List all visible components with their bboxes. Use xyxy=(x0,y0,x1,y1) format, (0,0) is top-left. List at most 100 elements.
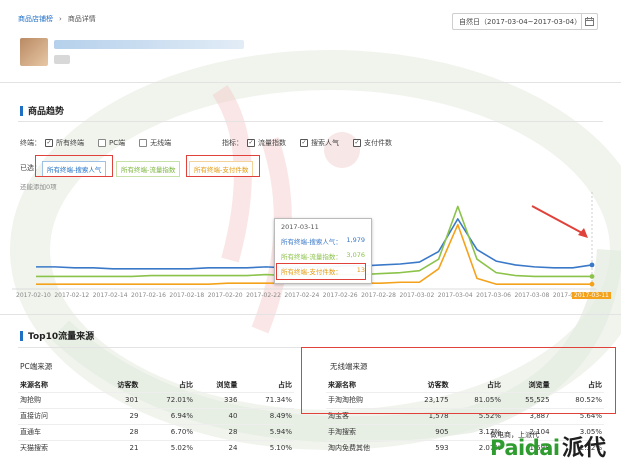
breadcrumb: 商品店铺榜 › 商品详情 xyxy=(18,14,96,24)
x-tick-label: 2017-03-11 xyxy=(572,292,611,299)
source-name-cell[interactable]: 直通车 xyxy=(18,423,96,440)
metric-option-label: 流量指数 xyxy=(258,139,286,147)
table-cell: 71.34% xyxy=(239,391,294,408)
series-point-1[interactable] xyxy=(589,274,595,279)
table-cell: 5.02% xyxy=(140,439,195,456)
metric-option-search-popularity[interactable]: ✓ 搜索人气 xyxy=(300,138,339,148)
metric-filter: 指标： ✓ 流量指数 ✓ 搜索人气 ✓ 支付件数 xyxy=(222,138,402,148)
watermark-slogan: 做电商，上派代 xyxy=(490,431,539,439)
checkbox-checked-icon[interactable]: ✓ xyxy=(247,139,255,147)
table-cell: 24 xyxy=(194,439,240,456)
breadcrumb-current: 商品详情 xyxy=(67,15,96,23)
table-cell: 336 xyxy=(194,391,240,408)
checkbox-unchecked-icon[interactable] xyxy=(139,139,148,147)
divider xyxy=(0,314,621,315)
annotation-red-box xyxy=(35,155,113,177)
source-name-cell[interactable]: 淘内免费其他 xyxy=(326,439,402,456)
pc-source-title: PC端来源 xyxy=(20,362,53,371)
table-header: 占比 xyxy=(178,380,193,389)
checkbox-checked-icon[interactable]: ✓ xyxy=(45,139,53,147)
calendar-icon[interactable] xyxy=(581,14,597,29)
tooltip-value: 1,979 xyxy=(346,236,365,244)
annotation-red-box xyxy=(186,155,260,177)
x-tick-label: 2017-03-02 xyxy=(399,292,435,299)
x-tick-label: 2017-02-12 xyxy=(54,292,90,299)
metric-option-traffic-index[interactable]: ✓ 流量指数 xyxy=(247,138,286,148)
table-cell: 6.94% xyxy=(140,407,195,424)
table-cell: 21 xyxy=(96,439,141,456)
table-cell: 593 xyxy=(402,439,451,456)
trend-section-title: 商品趋势 xyxy=(20,104,64,117)
terminal-filter-label: 终端： xyxy=(20,139,41,147)
x-tick-label: 2017-03-04 xyxy=(437,292,473,299)
series-point-0[interactable] xyxy=(589,262,595,268)
metric-filter-label: 指标： xyxy=(222,139,243,147)
divider xyxy=(0,82,621,83)
table-cell: 5.10% xyxy=(239,439,294,456)
terminal-option-label: 无线端 xyxy=(150,139,172,147)
table-row: 天猫搜索 21 5.02% 24 5.10% xyxy=(18,439,294,456)
checkbox-checked-icon[interactable]: ✓ xyxy=(300,139,308,147)
x-tick-label: 2017-02-14 xyxy=(92,292,128,299)
table-cell: 28 xyxy=(96,423,141,440)
table-cell: 28 xyxy=(194,423,240,440)
x-tick-label: 2017-02-28 xyxy=(361,292,396,299)
annotation-arrow-icon xyxy=(531,205,588,238)
table-cell: 29 xyxy=(96,407,141,424)
table-row: 直接访问 29 6.94% 40 8.49% xyxy=(18,407,294,424)
source-name-cell[interactable]: 天猫搜索 xyxy=(18,439,96,456)
table-row: 直通车 28 6.70% 28 5.94% xyxy=(18,423,294,440)
x-tick-label: 2017-02-26 xyxy=(322,292,358,299)
section-accent-bar xyxy=(20,330,23,341)
divider xyxy=(18,121,603,122)
tooltip-label: 所有终端-搜索人气： xyxy=(281,238,342,246)
tooltip-row-traffic: 所有终端-流量指数： 3,076 xyxy=(281,251,365,261)
table-cell: 40 xyxy=(194,407,240,424)
x-tick-label: 2017-02-20 xyxy=(207,292,243,299)
product-meta-redacted xyxy=(54,55,70,64)
source-name-cell[interactable]: 直接访问 xyxy=(18,407,96,424)
date-range-label: 自然日（2017-03-04~2017-03-04） xyxy=(459,17,582,26)
table-cell: 5.94% xyxy=(239,423,294,440)
tooltip-date: 2017-03-11 xyxy=(281,223,319,231)
checkbox-unchecked-icon[interactable] xyxy=(98,139,106,147)
source-name-cell[interactable]: 手淘搜索 xyxy=(326,423,402,440)
x-tick-label: 2017-02-18 xyxy=(169,292,205,299)
terminal-option-pc[interactable]: PC端 xyxy=(98,138,125,148)
series-point-2[interactable] xyxy=(589,281,595,287)
metric-option-payment-count[interactable]: ✓ 支付件数 xyxy=(353,138,392,148)
product-thumbnail[interactable] xyxy=(20,38,48,66)
x-tick-label: 2017-02-16 xyxy=(131,292,166,299)
tooltip-row-search: 所有终端-搜索人气： 1,979 xyxy=(281,236,365,246)
breadcrumb-root-link[interactable]: 商品店铺榜 xyxy=(18,14,53,24)
source-name-cell[interactable]: 淘抢购 xyxy=(18,391,96,408)
annotation-red-box xyxy=(276,263,366,280)
terminal-option-all[interactable]: ✓ 所有终端 xyxy=(45,138,84,148)
x-tick-label: 2017-03-06 xyxy=(476,292,511,299)
date-range-picker[interactable]: 自然日（2017-03-04~2017-03-04） xyxy=(452,13,598,30)
selected-chip-traffic-index[interactable]: 所有终端-流量指数 xyxy=(116,161,181,177)
terminal-filter: 终端： ✓ 所有终端 PC端 无线端 xyxy=(20,138,181,148)
metric-option-label: 支付件数 xyxy=(364,139,392,147)
section-accent-bar xyxy=(20,105,23,116)
checkbox-checked-icon[interactable]: ✓ xyxy=(353,139,361,147)
watermark-brand-cn: 派代 xyxy=(562,436,607,461)
terminal-option-label: PC端 xyxy=(109,139,126,147)
tooltip-value: 3,076 xyxy=(346,251,365,259)
trend-title-text: 商品趋势 xyxy=(28,107,65,117)
table-cell: 301 xyxy=(96,391,141,408)
top10-title-text: Top10流量来源 xyxy=(28,332,95,342)
x-tick-label: 2017-02-10 xyxy=(16,292,51,299)
table-cell: 6.70% xyxy=(140,423,195,440)
table-header: 浏览量 xyxy=(216,380,238,389)
x-tick-label: 2017-02-24 xyxy=(284,292,320,299)
top10-section-title: Top10流量来源 xyxy=(20,329,94,342)
table-row: 淘抢购 301 72.01% 336 71.34% xyxy=(18,391,294,408)
terminal-option-label: 所有终端 xyxy=(56,139,84,147)
table-header: 访客数 xyxy=(117,380,139,389)
product-title-redacted xyxy=(54,40,244,49)
table-header: 占比 xyxy=(278,380,292,389)
metric-option-label: 搜索人气 xyxy=(311,139,339,147)
terminal-option-mobile[interactable]: 无线端 xyxy=(139,138,171,148)
annotation-red-box xyxy=(301,347,616,414)
